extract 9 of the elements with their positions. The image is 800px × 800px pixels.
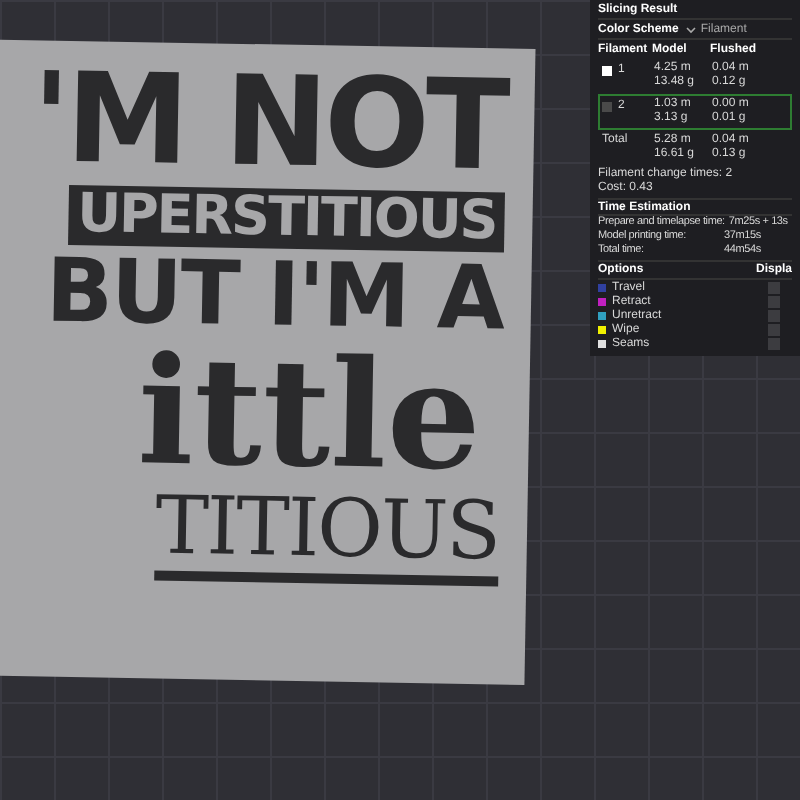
- model-text: UPERSTITIOUS: [68, 184, 505, 253]
- checkbox[interactable]: [768, 309, 780, 321]
- model-text: TITIOUS: [154, 482, 500, 587]
- checkbox[interactable]: [768, 295, 780, 307]
- model-text: 'M NOT: [30, 56, 508, 189]
- checkbox[interactable]: [768, 281, 780, 293]
- checkbox[interactable]: [768, 337, 780, 349]
- checkbox[interactable]: [768, 323, 780, 335]
- caret-icon: [686, 25, 697, 33]
